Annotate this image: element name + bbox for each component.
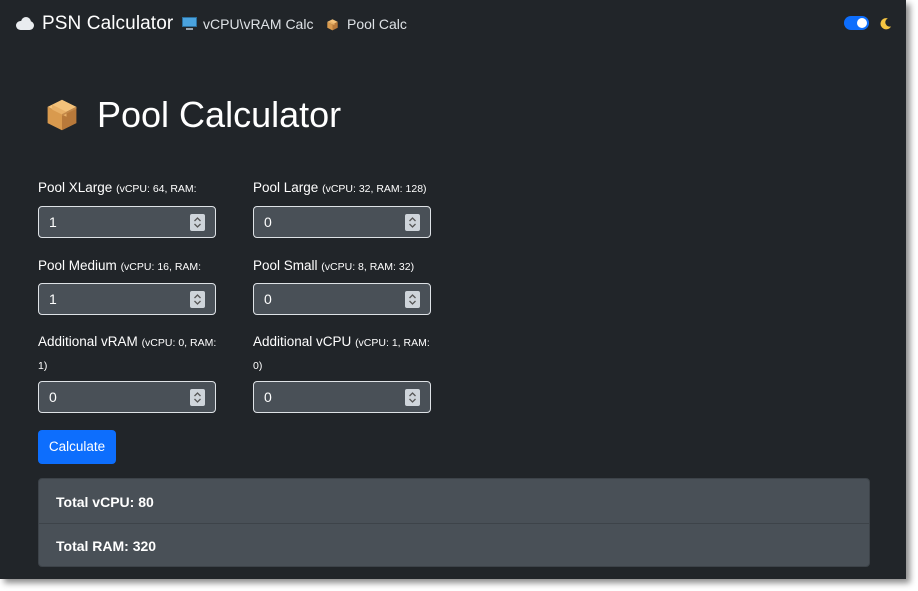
input-value: 0	[264, 389, 272, 405]
input-value: 1	[49, 214, 57, 230]
spinner-icon[interactable]	[190, 291, 205, 308]
field-label-text: Additional vCPU	[253, 334, 352, 349]
spinner-icon[interactable]	[405, 389, 420, 406]
calculate-button[interactable]: Calculate	[38, 430, 116, 464]
spinner-icon[interactable]	[405, 291, 420, 308]
field-label: Pool Large (vCPU: 32, RAM: 128)	[253, 177, 433, 200]
input-value: 0	[264, 291, 272, 307]
field-additional-vram: Additional vRAM (vCPU: 0, RAM: 1)	[38, 331, 218, 377]
cloud-icon	[14, 17, 36, 31]
field-pool-small: Pool Small (vCPU: 8, RAM: 32)	[253, 255, 433, 278]
nav-link-label: vCPU\vRAM Calc	[203, 16, 314, 32]
theme-toggle-switch[interactable]	[844, 16, 869, 30]
field-label-text: Additional vRAM	[38, 334, 138, 349]
result-total-ram: Total RAM: 320	[39, 523, 869, 567]
pool-small-input[interactable]: 0	[253, 283, 431, 315]
spinner-icon[interactable]	[190, 214, 205, 231]
results-list: Total vCPU: 80 Total RAM: 320	[38, 478, 870, 567]
pool-medium-input[interactable]: 1	[38, 283, 216, 315]
brand-link[interactable]: PSN Calculator	[14, 13, 173, 35]
navbar: PSN Calculator vCPU\vRAM Calc Pool Calc	[0, 0, 906, 48]
package-icon	[327, 18, 338, 30]
result-text: Total vCPU: 80	[56, 494, 154, 510]
page-heading: Pool Calculator	[44, 94, 341, 136]
input-value: 0	[264, 214, 272, 230]
pool-xlarge-input[interactable]: 1	[38, 206, 216, 238]
pool-large-input[interactable]: 0	[253, 206, 431, 238]
field-label-text: Pool Medium	[38, 258, 117, 273]
field-hint: (vCPU: 8, RAM: 32)	[321, 261, 415, 273]
result-text: Total RAM: 320	[56, 538, 157, 554]
toggle-knob	[857, 18, 867, 28]
nav-link-pool-calc[interactable]: Pool Calc	[326, 16, 407, 32]
page-title: Pool Calculator	[97, 94, 342, 135]
moon-icon	[880, 18, 892, 30]
field-label-text: Pool XLarge	[38, 180, 113, 195]
field-pool-large: Pool Large (vCPU: 32, RAM: 128)	[253, 177, 433, 200]
input-value: 1	[49, 291, 57, 307]
spinner-icon[interactable]	[405, 214, 420, 231]
field-hint: (vCPU: 32, RAM: 128)	[322, 183, 427, 195]
package-icon	[47, 99, 77, 131]
field-additional-vcpu: Additional vCPU (vCPU: 1, RAM: 0)	[253, 331, 433, 377]
field-label: Additional vRAM (vCPU: 0, RAM: 1)	[38, 331, 218, 377]
additional-vcpu-input[interactable]: 0	[253, 381, 431, 413]
field-label: Pool Small (vCPU: 8, RAM: 32)	[253, 255, 433, 278]
brand-title: PSN Calculator	[42, 13, 174, 34]
monitor-icon	[182, 17, 197, 31]
additional-vram-input[interactable]: 0	[38, 381, 216, 413]
app-window: PSN Calculator vCPU\vRAM Calc Pool Calc	[0, 0, 906, 579]
field-label-text: Pool Small	[253, 258, 318, 273]
field-label-text: Pool Large	[253, 180, 319, 195]
field-label: Additional vCPU (vCPU: 1, RAM: 0)	[253, 331, 433, 377]
nav-link-label: Pool Calc	[347, 16, 407, 32]
result-total-vcpu: Total vCPU: 80	[39, 479, 869, 524]
nav-link-vcpu-vram-calc[interactable]: vCPU\vRAM Calc	[182, 16, 313, 32]
input-value: 0	[49, 389, 57, 405]
spinner-icon[interactable]	[190, 389, 205, 406]
